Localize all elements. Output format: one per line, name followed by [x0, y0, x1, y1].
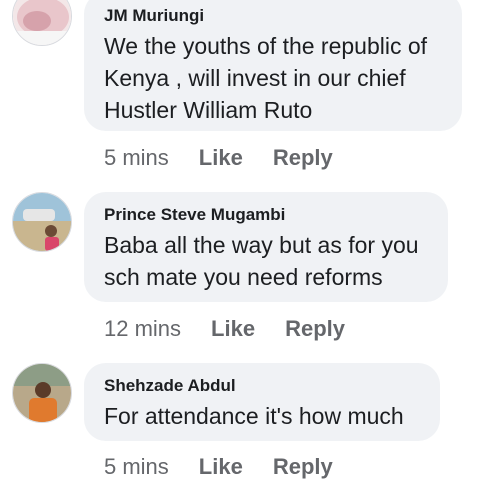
comment-text: For attendance it's how much — [104, 403, 404, 429]
avatar[interactable] — [12, 192, 72, 252]
comment-timestamp[interactable]: 5 mins — [104, 454, 169, 480]
comment-actions: 12 mins Like Reply — [104, 316, 345, 342]
avatar-photo-icon — [13, 364, 71, 422]
like-button[interactable]: Like — [199, 145, 243, 171]
comment-bubble: JM Muriungi We the youths of the republi… — [84, 0, 462, 131]
comment-text: Baba all the way but as for you sch mate… — [104, 232, 419, 290]
comment-text: We the youths of the republic of Kenya ,… — [104, 33, 428, 123]
comment-actions: 5 mins Like Reply — [104, 145, 333, 171]
avatar[interactable] — [12, 363, 72, 423]
comment-author[interactable]: JM Muriungi — [104, 6, 442, 26]
comment-timestamp[interactable]: 5 mins — [104, 145, 169, 171]
avatar[interactable] — [12, 0, 72, 46]
like-button[interactable]: Like — [199, 454, 243, 480]
comment-bubble: Shehzade Abdul For attendance it's how m… — [84, 363, 440, 441]
reply-button[interactable]: Reply — [273, 145, 333, 171]
comment-author[interactable]: Prince Steve Mugambi — [104, 205, 428, 225]
comment-actions: 5 mins Like Reply — [104, 454, 333, 480]
avatar-photo-icon — [13, 193, 71, 251]
comment-timestamp[interactable]: 12 mins — [104, 316, 181, 342]
comment-author[interactable]: Shehzade Abdul — [104, 376, 420, 396]
avatar-photo-icon — [13, 0, 71, 45]
reply-button[interactable]: Reply — [273, 454, 333, 480]
comment-bubble: Prince Steve Mugambi Baba all the way bu… — [84, 192, 448, 302]
like-button[interactable]: Like — [211, 316, 255, 342]
reply-button[interactable]: Reply — [285, 316, 345, 342]
